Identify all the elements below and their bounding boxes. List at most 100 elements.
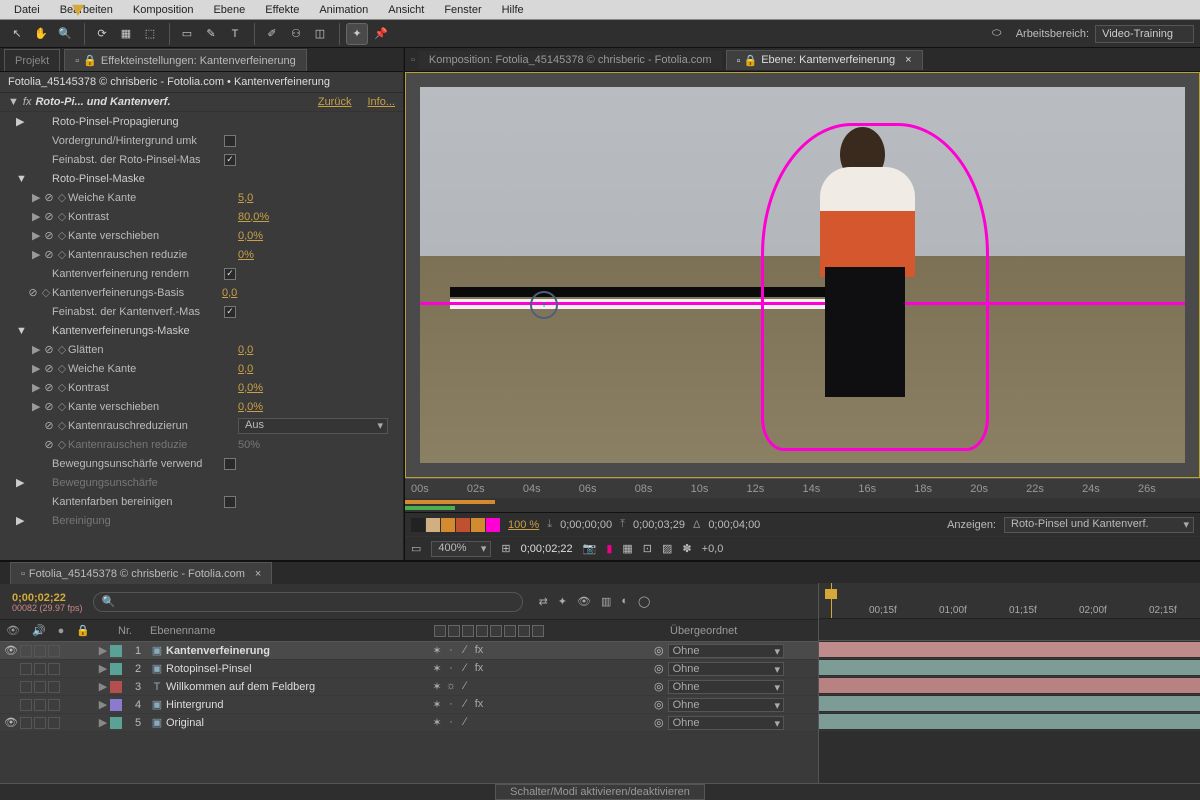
layer-switches[interactable]: ✶·∕fx — [414, 644, 544, 657]
eye-column-icon[interactable]: 👁 — [6, 624, 20, 637]
checkbox[interactable] — [224, 458, 236, 470]
layer-switches[interactable]: ✶☼∕ — [414, 680, 544, 693]
prop-roto-pinsel-propagierung[interactable]: ▶Roto-Pinsel-Propagierung — [0, 112, 403, 131]
prop-bewegungsunsch-rfe-verwend[interactable]: Bewegungsunschärfe verwend — [0, 454, 403, 473]
parent-select[interactable]: Ohne — [668, 680, 784, 694]
label-color[interactable] — [110, 717, 122, 729]
rectangle-tool-icon[interactable]: ▭ — [176, 23, 198, 45]
prop-value[interactable]: 0,0% — [238, 382, 263, 394]
track[interactable] — [819, 677, 1200, 695]
channel-icon[interactable]: ▮ — [606, 542, 612, 555]
prop-weiche-kante[interactable]: ▶⊘◇Weiche Kante5,0 — [0, 188, 403, 207]
eye-icon[interactable]: 👁 — [4, 644, 18, 657]
timeline-tracks[interactable]: 00;15f01;00f01;15f02;00f02;15f — [818, 583, 1200, 783]
tab-projekt[interactable]: Projekt — [4, 49, 60, 71]
checkbox[interactable] — [224, 496, 236, 508]
camera-tool-icon[interactable]: ▦ — [115, 23, 137, 45]
expand-icon[interactable]: ▶ — [96, 680, 110, 693]
in-timecode[interactable]: 0;00;00;00 — [560, 519, 612, 531]
mini-timeline[interactable]: 00s02s04s06s08s10s12s14s16s18s20s22s24s2… — [405, 478, 1200, 498]
eye-icon[interactable]: 👁 — [4, 716, 18, 729]
motion-blur-icon[interactable]: ◐ — [621, 595, 628, 608]
menu-bearbeiten[interactable]: Bearbeiten — [50, 4, 123, 16]
clip-bar[interactable] — [819, 714, 1200, 729]
layer-switches[interactable]: ✶·∕ — [414, 716, 544, 729]
prop-kantenfarben-bereinigen[interactable]: Kantenfarben bereinigen — [0, 492, 403, 511]
prop-kantenrauschen-reduzie[interactable]: ▶⊘◇Kantenrauschen reduzie0% — [0, 245, 403, 264]
out-point-icon[interactable]: ⤒ — [620, 518, 625, 531]
parent-select[interactable]: Ohne — [668, 716, 784, 730]
tab-effekteinstellungen[interactable]: ▫ 🔒 Effekteinstellungen: Kantenverfeiner… — [64, 49, 307, 71]
label-color[interactable] — [110, 645, 122, 657]
pickwhip-icon[interactable]: ◎ — [654, 716, 664, 729]
menu-effekte[interactable]: Effekte — [255, 4, 309, 16]
prop-weiche-kante[interactable]: ▶⊘◇Weiche Kante0,0 — [0, 359, 403, 378]
channel-swatches[interactable] — [411, 518, 500, 532]
expand-icon[interactable]: ▶ — [96, 698, 110, 711]
out-timecode[interactable]: 0;00;03;29 — [633, 519, 685, 531]
prop-value[interactable]: 80,0% — [238, 211, 269, 223]
mask-icon[interactable]: ▦ — [622, 542, 632, 555]
prop-value[interactable]: 0,0 — [238, 363, 253, 375]
exposure-value[interactable]: +0,0 — [702, 543, 724, 555]
current-timecode-large[interactable]: 0;00;02;22 00082 (29.97 fps) — [0, 590, 93, 614]
label-color[interactable] — [110, 663, 122, 675]
close-icon[interactable]: × — [255, 568, 261, 580]
menu-hilfe[interactable]: Hilfe — [492, 4, 534, 16]
zoom-tool-icon[interactable]: 🔍 — [54, 23, 76, 45]
close-icon[interactable]: × — [905, 54, 911, 66]
label-color[interactable] — [110, 699, 122, 711]
refresh-icon[interactable]: ✽ — [682, 542, 691, 555]
prop-kontrast[interactable]: ▶⊘◇Kontrast0,0% — [0, 378, 403, 397]
track[interactable] — [819, 695, 1200, 713]
effect-toggle-icon[interactable]: ▼ — [8, 96, 19, 108]
checkbox[interactable]: ✓ — [224, 154, 236, 166]
prop-kantenverfeinerungs-maske[interactable]: ▼Kantenverfeinerungs-Maske — [0, 321, 403, 340]
lock-column-icon[interactable]: 🔒 — [76, 624, 90, 637]
prop-value[interactable]: 0% — [238, 249, 254, 261]
effect-header[interactable]: ▼ fx Roto-Pi... und Kantenverf. Zurück I… — [0, 93, 403, 112]
prop-feinabst-der-kantenverf-mas[interactable]: Feinabst. der Kantenverf.-Mas✓ — [0, 302, 403, 321]
timeline-ruler[interactable]: 00;15f01;00f01;15f02;00f02;15f — [819, 583, 1200, 619]
prop-kantenrauschreduzierun[interactable]: ⊘◇KantenrauschreduzierunAus — [0, 416, 403, 435]
checkbox[interactable]: ✓ — [224, 306, 236, 318]
tab-komposition[interactable]: Komposition: Fotolia_45145378 © chrisber… — [419, 51, 722, 69]
puppet-tool-icon[interactable]: 📌 — [370, 23, 392, 45]
shy-icon[interactable]: 👁 — [577, 595, 591, 608]
pickwhip-icon[interactable]: ◎ — [654, 680, 664, 693]
timeline-tab[interactable]: ▫ Fotolia_45145378 © chrisberic - Fotoli… — [10, 562, 272, 584]
graph-editor-icon[interactable]: ◯ — [638, 595, 650, 608]
brush-tool-icon[interactable]: ✐ — [261, 23, 283, 45]
region-icon[interactable]: ⊡ — [643, 542, 652, 555]
clip-bar[interactable] — [819, 642, 1200, 657]
orbit-tool-icon[interactable]: ⟳ — [91, 23, 113, 45]
expand-icon[interactable]: ▶ — [96, 716, 110, 729]
pen-tool-icon[interactable]: ✎ — [200, 23, 222, 45]
parent-select[interactable]: Ohne — [668, 662, 784, 676]
snapshot-icon[interactable]: 📷 — [583, 542, 597, 555]
prop-roto-pinsel-maske[interactable]: ▼Roto-Pinsel-Maske — [0, 169, 403, 188]
layer-switches[interactable]: ✶·∕fx — [414, 662, 544, 675]
prop-kontrast[interactable]: ▶⊘◇Kontrast80,0% — [0, 207, 403, 226]
alpha-percent[interactable]: 100 % — [508, 519, 539, 531]
prop-value[interactable]: 0,0 — [222, 287, 237, 299]
prop-value[interactable]: 0,0% — [238, 230, 263, 242]
clone-tool-icon[interactable]: ⚇ — [285, 23, 307, 45]
text-tool-icon[interactable]: T — [224, 23, 246, 45]
prop-bereinigung[interactable]: ▶Bereinigung — [0, 511, 403, 530]
parent-select[interactable]: Ohne — [668, 698, 784, 712]
comp-mini-flowchart-icon[interactable]: ⇄ — [539, 595, 548, 608]
selection-tool-icon[interactable]: ↖ — [6, 23, 28, 45]
layer-name[interactable]: Willkommen auf dem Feldberg — [164, 681, 414, 693]
track[interactable] — [819, 641, 1200, 659]
expand-icon[interactable]: ▶ — [96, 644, 110, 657]
track[interactable] — [819, 659, 1200, 677]
draft-3d-icon[interactable]: ✦ — [558, 595, 567, 608]
search-icon[interactable]: ⬭ — [986, 23, 1008, 45]
zoom-select[interactable]: 400% — [431, 541, 491, 557]
menu-fenster[interactable]: Fenster — [434, 4, 491, 16]
clip-bar[interactable] — [819, 678, 1200, 693]
checkbox[interactable]: ✓ — [224, 268, 236, 280]
menu-ebene[interactable]: Ebene — [203, 4, 255, 16]
layer-name[interactable]: Rotopinsel-Pinsel — [164, 663, 414, 675]
